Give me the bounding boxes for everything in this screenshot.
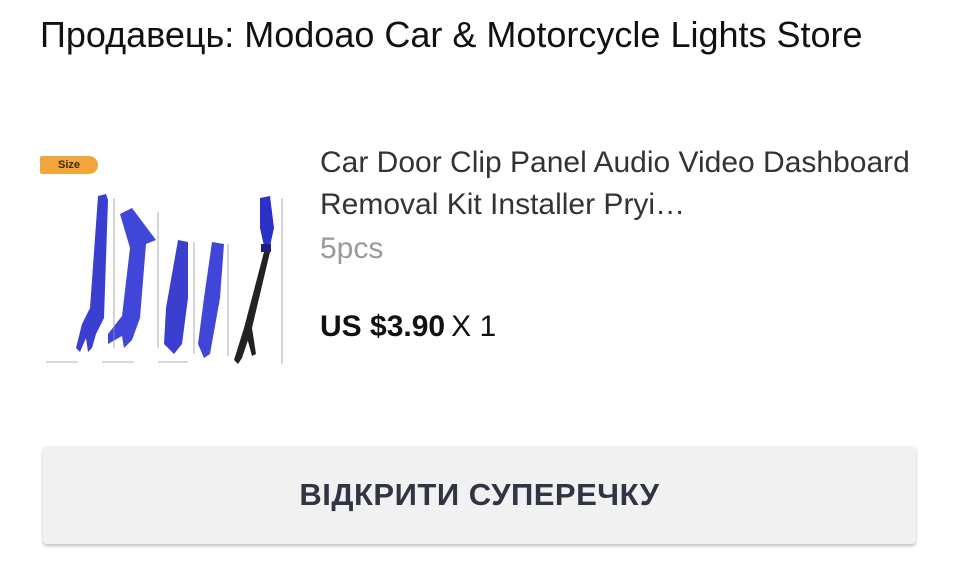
product-quantity: X 1: [451, 310, 497, 343]
product-variant: 5pcs: [320, 232, 384, 265]
product-image[interactable]: Size: [38, 148, 298, 388]
open-dispute-button[interactable]: ВІДКРИТИ СУПЕРЕЧКУ: [43, 446, 916, 544]
product-title[interactable]: Car Door Clip Panel Audio Video Dashboar…: [320, 142, 910, 226]
seller-name: Продавець: Modoao Car & Motorcycle Light…: [40, 14, 863, 55]
product-price: US $3.90: [320, 310, 446, 343]
order-item[interactable]: Size Car Door Clip Panel Audio Video Das…: [38, 138, 918, 398]
pry-tool-kit-image: [46, 194, 283, 364]
price-row: US $3.90 X 1: [320, 310, 496, 344]
size-badge: Size: [40, 156, 98, 174]
